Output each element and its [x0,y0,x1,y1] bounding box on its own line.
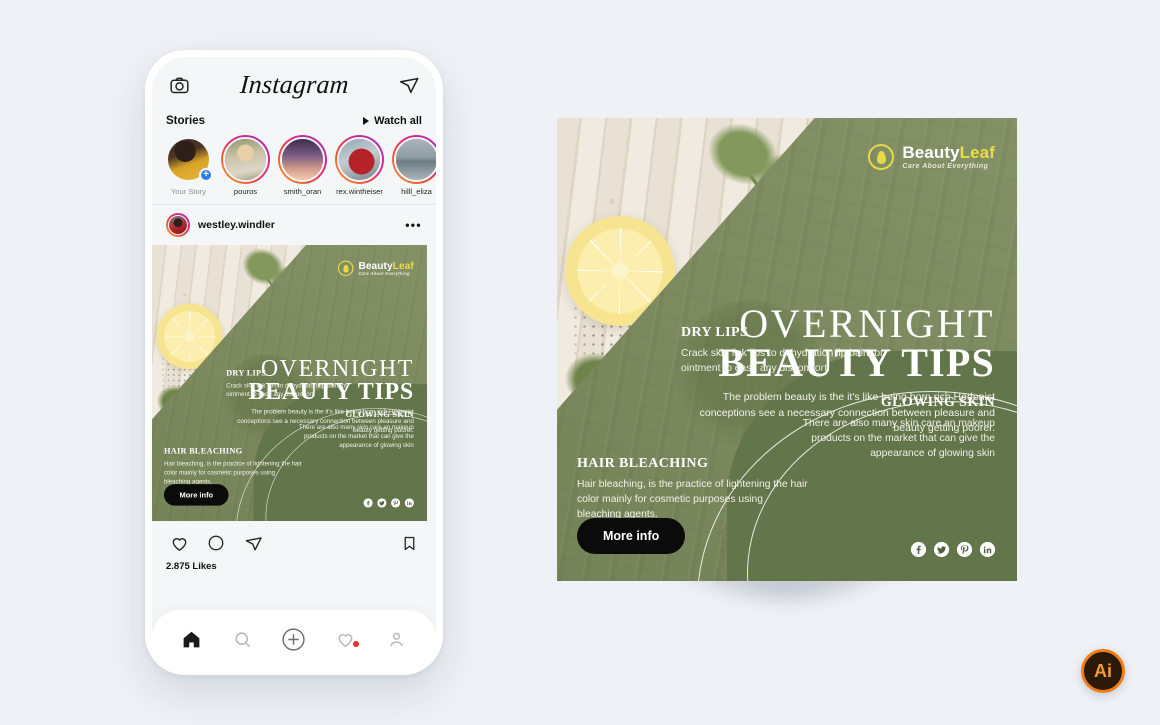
section-glowing-skin: GLOWING SKIN There are also many skin ca… [763,395,995,462]
post-creative-thumbnail[interactable]: BeautyLeaf Care About Everything OVERNIG… [152,245,427,521]
facebook-icon[interactable] [363,498,373,508]
avatar [225,139,266,180]
mockup-stage: Instagram Stories Watch all + Your Story… [0,0,1160,725]
instagram-wordmark: Instagram [238,70,350,99]
pinterest-icon[interactable] [957,542,972,557]
story-label: pouros [233,187,258,196]
section-hair-bleaching: HAIR BLEACHING Hair bleaching, is the pr… [164,447,303,487]
add-story-badge[interactable]: + [199,168,213,182]
section-glowing-skin: GLOWING SKIN There are also many skin ca… [275,411,414,451]
section-body: Crack skin lick lips to dehydration lip … [681,348,884,374]
section-heading: HAIR BLEACHING [163,447,243,457]
phone-mockup: Instagram Stories Watch all + Your Story… [145,50,443,675]
bottom-navigation [152,610,436,668]
section-heading: GLOWING SKIN [880,395,995,410]
pinterest-icon[interactable] [391,498,401,508]
linkedin-icon[interactable] [980,542,995,557]
share-icon[interactable] [240,530,266,556]
comment-icon[interactable] [203,530,229,556]
avatar [339,139,380,180]
story-label: smith_oran [283,187,322,196]
story-item-pouros[interactable]: pouros [221,135,270,196]
section-heading: DRY LIPS [681,325,749,340]
post-actions [152,521,436,558]
story-ring [278,135,327,184]
facebook-icon[interactable] [911,542,926,557]
brand-name-first: Beauty [902,143,960,162]
post-more-options-icon[interactable]: ••• [405,218,422,232]
linkedin-icon[interactable] [404,498,414,508]
watch-all-button[interactable]: Watch all [363,115,422,127]
story-ring [221,135,270,184]
nav-search-icon[interactable] [228,624,258,654]
twitter-icon[interactable] [934,542,949,557]
poster-mockup: BeautyLeaf Care About Everything OVERNIG… [557,118,1017,599]
stories-header: Stories Watch all [152,113,436,133]
leaf-flame-icon [868,144,895,170]
section-heading: GLOWING SKIN [345,410,414,420]
section-hair-bleaching: HAIR BLEACHING Hair bleaching, is the pr… [577,456,809,523]
post-username[interactable]: westley.windler [198,219,397,231]
avatar [396,139,436,180]
brand-logo: BeautyLeaf Care About Everything [868,144,995,170]
phone-screen: Instagram Stories Watch all + Your Story… [152,57,436,668]
avatar [282,139,323,180]
stories-row[interactable]: + Your Story pouros smith_oran rex.winth… [152,133,436,204]
section-heading: DRY LIPS [226,368,267,378]
post-header: westley.windler ••• [152,205,436,245]
section-dry-lips: DRY LIPS Crack skin lick lips to dehydra… [226,369,352,400]
heart-icon[interactable] [166,530,192,556]
social-icons-row [911,542,995,557]
post-media[interactable]: BeautyLeaf Care About Everything OVERNIG… [152,245,436,521]
section-dry-lips: DRY LIPS Crack skin lick lips to dehydra… [681,325,891,377]
post-avatar[interactable] [166,213,190,237]
watch-all-label: Watch all [374,115,422,127]
story-label: rex.wintheiser [336,187,383,196]
section-body: Crack skin lick lips to dehydration lip … [226,382,348,398]
story-item-your-story[interactable]: + Your Story [164,135,213,196]
brand-tagline: Care About Everything [358,271,410,277]
instagram-topbar: Instagram [152,57,436,113]
nav-home-icon[interactable] [177,624,207,654]
story-item-rex-wintheiser[interactable]: rex.wintheiser [335,135,384,196]
story-ring [335,135,384,184]
section-body: Hair bleaching, is the practice of light… [163,460,302,486]
nav-activity-icon[interactable] [330,624,360,654]
brand-name-first: Beauty [358,259,393,272]
bookmark-icon[interactable] [396,530,422,556]
twitter-icon[interactable] [377,498,387,508]
story-ring [392,135,436,184]
play-triangle-icon [363,117,370,125]
nav-profile-icon[interactable] [381,624,411,654]
paper-plane-icon[interactable] [396,72,422,98]
more-info-button[interactable]: More info [163,484,229,506]
brand-name-second: Leaf [392,259,414,272]
social-icons-row [363,498,414,508]
stories-label: Stories [166,115,205,127]
story-label: hilll_eliza [401,187,432,196]
adobe-illustrator-badge: Ai [1081,649,1125,693]
story-item-smith-oran[interactable]: smith_oran [278,135,327,196]
likes-count: 2.875 Likes [166,561,217,572]
story-item-hilll-eliza[interactable]: hilll_eliza [392,135,436,196]
post-creative: BeautyLeaf Care About Everything OVERNIG… [152,245,427,521]
brand-tagline: Care About Everything [902,163,989,170]
section-heading: HAIR BLEACHING [577,456,709,471]
leaf-flame-icon [338,260,354,277]
more-info-button[interactable]: More info [577,518,686,554]
section-body: Hair bleaching, is the practice of light… [577,479,808,520]
brand-logo: BeautyLeaf Care About Everything [338,259,414,277]
camera-icon[interactable] [166,72,192,98]
brand-name-second: Leaf [959,143,995,162]
story-label: Your Story [170,187,207,196]
nav-create-icon[interactable] [279,624,309,654]
poster-creative[interactable]: BeautyLeaf Care About Everything OVERNIG… [557,118,1017,581]
notification-dot [353,641,360,647]
